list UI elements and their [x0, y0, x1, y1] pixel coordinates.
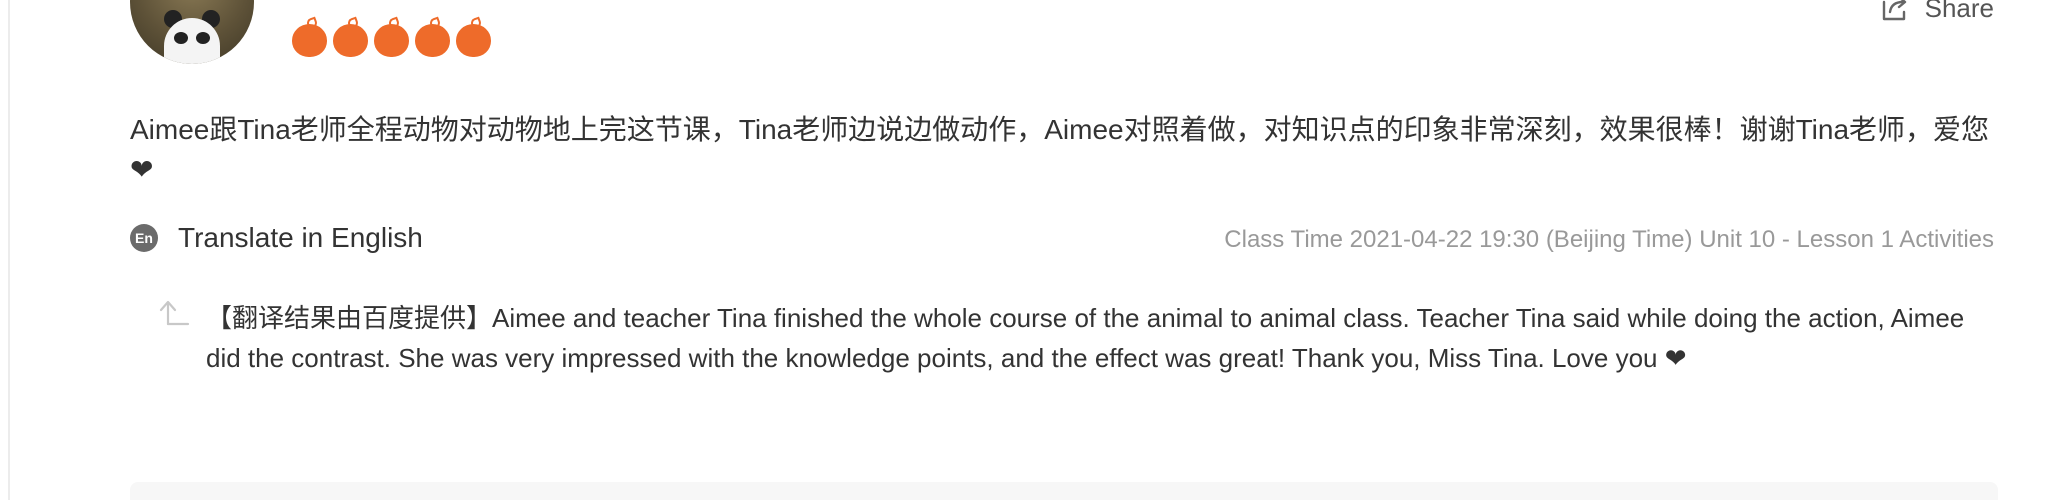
review-card: Share Aimee跟Tina老师全程动物对动物地上完这节课，Tina老师边说…	[8, 0, 2050, 500]
avatar-panda-eye	[196, 32, 210, 44]
avatar-panda-eye	[174, 32, 188, 44]
share-label: Share	[1924, 0, 1994, 23]
class-time-info: Class Time 2021-04-22 19:30 (Beijing Tim…	[1224, 226, 1994, 253]
rating	[292, 16, 491, 58]
review-text: Aimee跟Tina老师全程动物对动物地上完这节课，Tina老师边说边做动作，A…	[130, 114, 1990, 185]
share-icon	[1882, 0, 1906, 21]
peach-icon	[292, 16, 327, 58]
share-button[interactable]: Share	[1879, 0, 1994, 24]
peach-icon	[415, 16, 450, 58]
avatar[interactable]	[130, 0, 254, 64]
translate-button[interactable]: En Translate in English	[130, 222, 423, 254]
translation-text: 【翻译结果由百度提供】Aimee and teacher Tina finish…	[206, 303, 1965, 373]
peach-icon	[333, 16, 368, 58]
translate-label: Translate in English	[178, 222, 423, 253]
reply-arrow-icon	[159, 300, 190, 326]
next-card	[130, 482, 1998, 500]
peach-icon	[456, 16, 491, 58]
peach-icon	[374, 16, 409, 58]
translate-en-icon: En	[130, 224, 158, 252]
